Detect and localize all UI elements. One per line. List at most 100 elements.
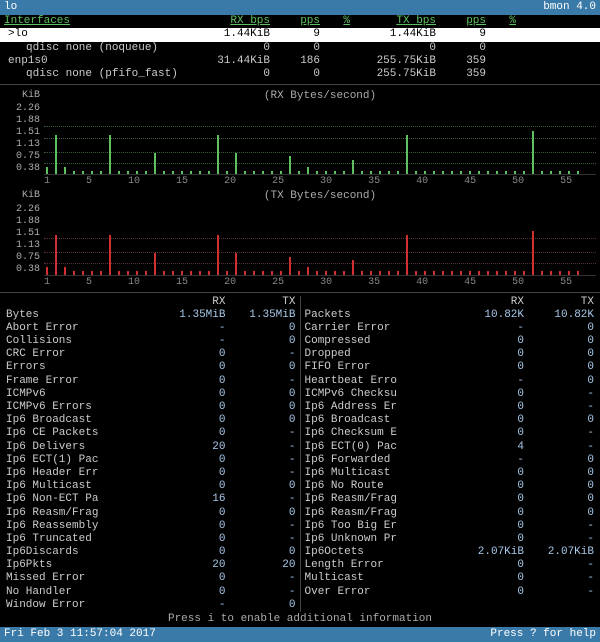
stat-tx: -	[524, 388, 594, 401]
stat-tx: 0	[524, 375, 594, 388]
stat-tx: 0	[226, 401, 296, 414]
stat-tx: -	[226, 467, 296, 480]
stat-row: Ip6 Non-ECT Pa16-	[6, 493, 296, 506]
stat-name: FIFO Error	[305, 361, 455, 374]
iface-tx: 1.44KiB	[366, 28, 436, 41]
stat-rx: 0	[156, 401, 226, 414]
tx-yunit: KiB	[4, 190, 44, 203]
stat-rx: 0	[156, 533, 226, 546]
stat-tx: 2.07KiB	[524, 546, 594, 559]
stat-rx: 16	[156, 493, 226, 506]
stat-rx: 0	[454, 493, 524, 506]
stat-rx: 0	[454, 520, 524, 533]
interface-row[interactable]: enp1s031.44KiB186255.75KiB359	[0, 55, 600, 68]
stat-name: Ip6 Broadcast	[6, 414, 156, 427]
stat-name: Ip6 Broadcast	[305, 414, 455, 427]
stat-row: Ip6Octets2.07KiB2.07KiB	[305, 546, 595, 559]
stat-row: Missed Error0-	[6, 572, 296, 585]
stat-name: Ip6Pkts	[6, 559, 156, 572]
interface-row[interactable]: >lo1.44KiB91.44KiB9	[0, 28, 600, 41]
stat-tx: 0	[524, 454, 594, 467]
stat-row: Ip6 Checksum E0-	[305, 427, 595, 440]
interface-row[interactable]: qdisc none (noqueue)0000	[0, 42, 600, 55]
stat-row: Ip6 Delivers20-	[6, 441, 296, 454]
stat-tx: 0	[524, 414, 594, 427]
stat-row: Ip6 CE Packets0-	[6, 427, 296, 440]
interface-row[interactable]: qdisc none (pfifo_fast)00255.75KiB359	[0, 68, 600, 81]
hdr-pct1: %	[320, 15, 350, 28]
stat-row: Abort Error-0	[6, 322, 296, 335]
stat-tx: -	[226, 586, 296, 599]
interface-list[interactable]: >lo1.44KiB91.44KiB9 qdisc none (noqueue)…	[0, 28, 600, 81]
stat-rx: 0	[454, 480, 524, 493]
stat-row: FIFO Error00	[305, 361, 595, 374]
iface-tx: 255.75KiB	[366, 55, 436, 68]
stat-row: Ip6 Truncated0-	[6, 533, 296, 546]
stat-name: Bytes	[6, 309, 156, 322]
stat-name: Ip6Octets	[305, 546, 455, 559]
rx-xticks: 151015202530354045505560	[4, 175, 596, 188]
stat-row: Ip6 No Route00	[305, 480, 595, 493]
stat-tx: 0	[226, 414, 296, 427]
iface-tx: 0	[366, 42, 436, 55]
stat-name: Ip6Discards	[6, 546, 156, 559]
hdr-rxbps: RX bps	[200, 15, 270, 28]
stat-name: Carrier Error	[305, 322, 455, 335]
tx-plot	[44, 204, 596, 276]
stat-tx: 0	[226, 322, 296, 335]
stat-tx: -	[226, 572, 296, 585]
stat-name: Dropped	[305, 348, 455, 361]
iface-rxpps: 0	[270, 68, 320, 81]
stat-tx: -	[524, 586, 594, 599]
stat-name: Ip6 Truncated	[6, 533, 156, 546]
stat-rx: 0	[156, 454, 226, 467]
stat-rx: 0	[156, 348, 226, 361]
stat-rx: 0	[454, 401, 524, 414]
stat-row: Ip6 Reasm/Frag00	[6, 507, 296, 520]
rx-yunit: KiB	[4, 90, 44, 103]
stat-row: Packets10.82K10.82K	[305, 309, 595, 322]
stat-name: Ip6 Forwarded	[305, 454, 455, 467]
stat-rx: 0	[156, 546, 226, 559]
stat-name: No Handler	[6, 586, 156, 599]
stats-hdr-tx2: TX	[524, 296, 594, 309]
stat-row: Ip6 Forwarded-0	[305, 454, 595, 467]
stat-tx: -	[524, 559, 594, 572]
stat-name: Ip6 Unknown Pr	[305, 533, 455, 546]
stat-rx: 0	[156, 520, 226, 533]
stat-tx: 0	[524, 361, 594, 374]
stat-name: Ip6 Multicast	[6, 480, 156, 493]
stats-hdr-rx2: RX	[454, 296, 524, 309]
stat-rx: 0	[454, 388, 524, 401]
stat-row: Ip6 Unknown Pr0-	[305, 533, 595, 546]
stat-name: Compressed	[305, 335, 455, 348]
stat-row: Ip6 ECT(0) Pac4-	[305, 441, 595, 454]
stat-rx: 0	[156, 375, 226, 388]
interface-name: enp1s0	[4, 55, 184, 68]
hdr-pps1: pps	[270, 15, 320, 28]
stat-tx: -	[226, 520, 296, 533]
interfaces-header: Interfaces RX bps pps % TX bps pps %	[0, 15, 600, 28]
stat-row: Over Error0-	[305, 586, 595, 599]
stat-rx: -	[454, 375, 524, 388]
stat-tx: 0	[226, 480, 296, 493]
stat-rx: 0	[454, 572, 524, 585]
stat-name: Ip6 Address Er	[305, 401, 455, 414]
tx-title: (TX Bytes/second)	[44, 190, 596, 203]
rx-graph: KiB (RX Bytes/second) 2.261.881.511.130.…	[0, 88, 600, 188]
stat-row: Frame Error0-	[6, 375, 296, 388]
stat-rx: 0	[156, 361, 226, 374]
stat-tx: 0	[226, 335, 296, 348]
stat-name: Multicast	[305, 572, 455, 585]
stat-rx: 0	[156, 414, 226, 427]
stat-tx: 10.82K	[524, 309, 594, 322]
stat-row: Ip6Discards00	[6, 546, 296, 559]
stat-rx: 0	[454, 335, 524, 348]
stat-row: No Handler0-	[6, 586, 296, 599]
stat-row: Ip6 ECT(1) Pac0-	[6, 454, 296, 467]
stat-row: Errors00	[6, 361, 296, 374]
stat-name: Heartbeat Erro	[305, 375, 455, 388]
status-bar: Fri Feb 3 11:57:04 2017 Press ? for help	[0, 627, 600, 642]
stat-rx: 0	[454, 559, 524, 572]
stat-name: Length Error	[305, 559, 455, 572]
